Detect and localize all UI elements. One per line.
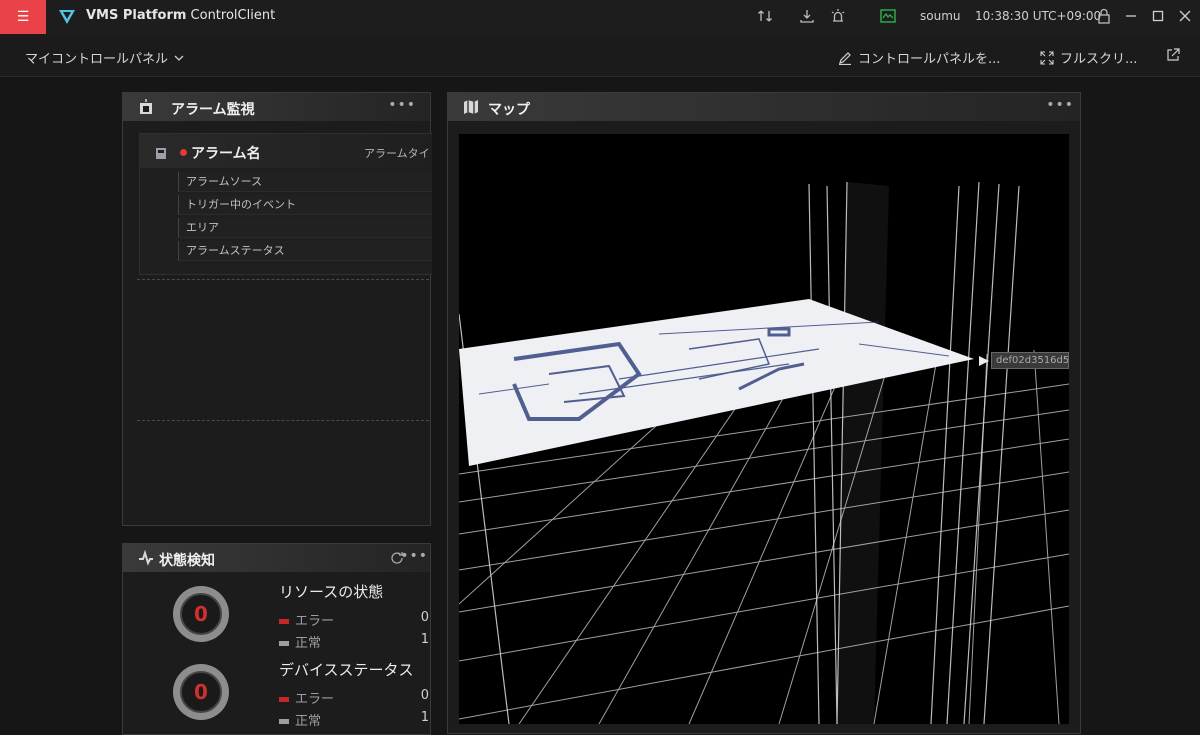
widget-header: マップ ••• [448,93,1080,121]
app-logo-icon [59,10,75,24]
divider [137,279,429,280]
normal-swatch [279,719,289,724]
alarm-source-field: アラームソース [178,172,432,192]
alarm-area-field: エリア [178,218,432,238]
download-icon[interactable] [798,7,816,25]
widget-title: 状態検知 [159,553,215,569]
resource-error-value: 0 [420,610,429,625]
widget-header: アラーム監視 ••• [123,93,430,121]
lock-icon[interactable] [1095,7,1113,25]
alarm-list-item[interactable]: アラーム名 アラームタイ アラームソース トリガー中のイベント エリア アラーム… [139,133,432,275]
resource-error-row: エラー 0 [279,610,429,629]
edit-panel-button[interactable]: コントロールパネルを... [838,48,1000,67]
error-swatch [279,697,289,702]
fullscreen-button[interactable]: フルスクリ... [1040,48,1137,67]
pencil-icon [839,51,851,65]
error-swatch [279,619,289,624]
minimize-icon[interactable] [1122,7,1140,25]
more-options-icon[interactable]: ••• [1046,97,1074,113]
map-widget: マップ ••• def02d3516d5 [447,92,1081,734]
resource-error-count: 0 [194,602,208,626]
map-3d-view[interactable]: def02d3516d5 [459,134,1069,724]
alarm-type: アラームタイ [364,147,430,160]
widget-header: 状態検知 ••• [123,544,430,572]
widget-title: マップ [488,102,530,118]
main-menu-button[interactable]: ☰ [0,0,46,34]
resource-status-gauge: 0 [173,586,229,642]
more-options-icon[interactable]: ••• [400,548,428,564]
alarm-status-dot [180,149,187,156]
device-error-row: エラー 0 [279,688,429,707]
alarm-monitor-widget: アラーム監視 ••• アラーム名 アラームタイ アラームソース トリガー中のイベ… [122,92,432,526]
status-detection-icon [139,549,153,566]
panel-selector[interactable]: マイコントロールパネル [25,48,184,67]
edit-panel-label: コントロールパネルを... [858,52,1001,67]
chevron-down-icon [174,55,184,61]
status-detection-widget: 状態検知 ••• 0 リソースの状態 エラー 0 正常 1 0 デバイスステータ… [122,543,431,735]
sort-arrows-icon[interactable] [756,7,774,25]
alarm-device-icon [156,148,166,159]
device-marker-label[interactable]: def02d3516d5 [991,352,1069,369]
maximize-icon[interactable] [1149,7,1167,25]
alarm-status-field: アラームステータス [178,241,432,261]
device-error-value: 0 [420,688,429,703]
external-link-icon [1167,48,1180,61]
system-monitor-icon[interactable] [879,7,897,25]
normal-swatch [279,641,289,646]
alarm-name: アラーム名 [191,146,261,162]
map-3d-scene [459,181,1069,724]
user-name[interactable]: soumu [920,9,961,23]
resource-status-title: リソースの状態 [279,583,384,601]
device-normal-row: 正常 1 [279,710,429,729]
panel-selector-label: マイコントロールパネル [25,52,169,67]
app-title: VMS Platform ControlClient [86,8,276,23]
device-status-gauge: 0 [173,664,229,720]
fullscreen-icon [1040,50,1054,65]
fullscreen-label: フルスクリ... [1060,52,1138,67]
divider [137,420,429,421]
device-error-count: 0 [194,680,208,704]
device-status-title: デバイスステータス [279,661,414,679]
close-icon[interactable] [1176,7,1194,25]
hamburger-icon: ☰ [16,9,30,25]
map-icon [464,100,478,114]
alarm-bell-icon[interactable] [829,7,847,25]
resource-normal-value: 1 [420,632,429,647]
alarm-monitor-icon [140,99,152,114]
more-options-icon[interactable]: ••• [388,97,416,113]
resource-normal-row: 正常 1 [279,632,429,651]
alarm-trigger-event-field: トリガー中のイベント [178,195,432,215]
clock: 10:38:30 UTC+09:00 [975,9,1102,23]
widget-title: アラーム監視 [171,102,255,118]
pop-out-button[interactable] [1166,48,1180,62]
